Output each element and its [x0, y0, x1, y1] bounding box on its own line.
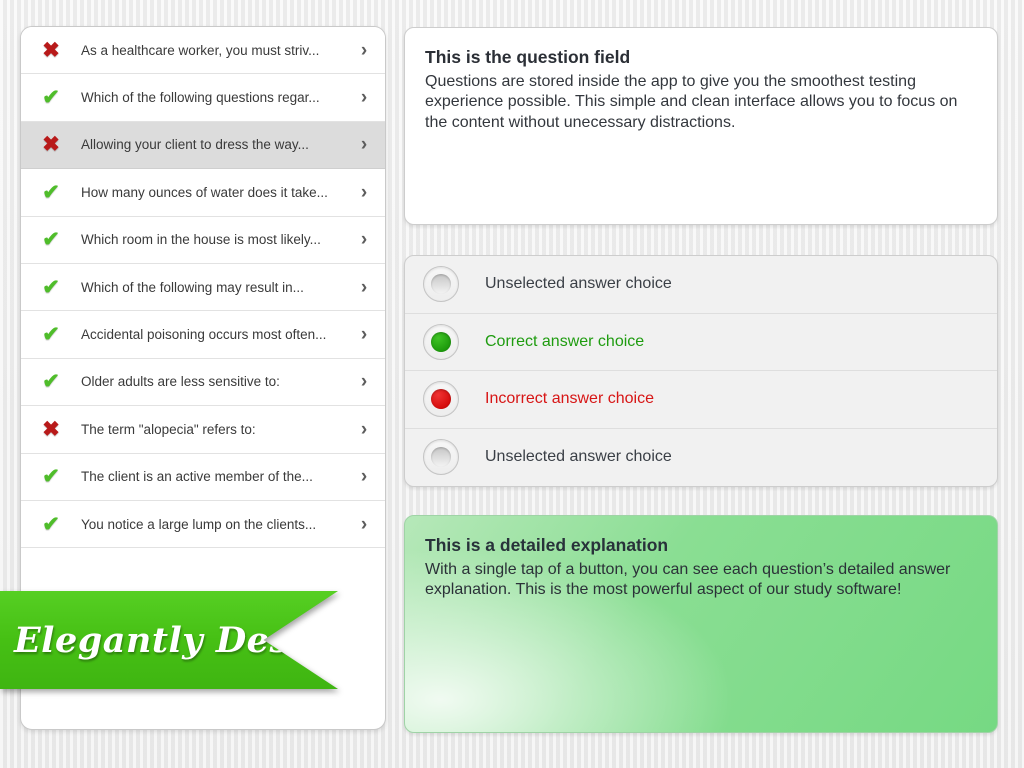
- answer-choice-list: Unselected answer choice Correct answer c…: [405, 256, 997, 486]
- cross-icon: ✖: [42, 417, 60, 441]
- question-list-row[interactable]: ✔ The client is an active member of the..…: [21, 453, 385, 501]
- question-list-row-text: The client is an active member of the...: [81, 469, 313, 485]
- answer-choice-label: Incorrect answer choice: [485, 390, 654, 408]
- check-icon: ✔: [42, 275, 60, 299]
- question-list-row-text: Which room in the house is most likely..…: [81, 232, 321, 248]
- chevron-right-icon[interactable]: ›: [343, 278, 385, 297]
- check-icon: ✔: [42, 370, 60, 394]
- question-field-title: This is the question field: [425, 47, 631, 67]
- chevron-right-icon[interactable]: ›: [343, 420, 385, 439]
- question-list-row[interactable]: ✔ How many ounces of water does it take..…: [21, 169, 385, 217]
- chevron-right-icon[interactable]: ›: [343, 88, 385, 107]
- answer-choice-label: Unselected answer choice: [485, 275, 672, 293]
- question-list-row[interactable]: ✔ Accidental poisoning occurs most often.…: [21, 311, 385, 359]
- cross-icon: ✖: [42, 133, 60, 157]
- check-icon: ✔: [42, 465, 60, 489]
- question-list-row[interactable]: ✔ You notice a large lump on the clients.…: [21, 500, 385, 549]
- explanation-body: With a single tap of a button, you can s…: [425, 560, 951, 599]
- explanation-title: This is a detailed explanation: [425, 535, 669, 555]
- answer-choices-panel: Unselected answer choice Correct answer c…: [404, 255, 998, 487]
- question-list-row-text: Older adults are less sensitive to:: [81, 374, 280, 390]
- question-field-body: Questions are stored inside the app to g…: [425, 72, 958, 132]
- chevron-right-icon[interactable]: ›: [343, 183, 385, 202]
- question-list-row-text: Which of the following may result in...: [81, 279, 304, 295]
- question-list-row-text: How many ounces of water does it take...: [81, 184, 328, 200]
- answer-choice-row[interactable]: Unselected answer choice: [405, 429, 997, 487]
- radio-button-fill: [431, 274, 451, 295]
- question-list: ✖ As a healthcare worker, you must striv.…: [21, 27, 385, 549]
- radio-button-incorrect[interactable]: [423, 381, 459, 418]
- question-list-row[interactable]: ✔ Older adults are less sensitive to: ›: [21, 358, 385, 407]
- answer-choice-row[interactable]: Correct answer choice: [405, 314, 997, 371]
- radio-button-fill: [431, 447, 451, 468]
- check-icon: ✔: [42, 323, 60, 347]
- question-list-row-text: Which of the following questions regar..…: [81, 90, 320, 106]
- answer-choice-row[interactable]: Incorrect answer choice: [405, 371, 997, 429]
- elegantly-designed-ribbon: Elegantly Designed: [0, 591, 338, 689]
- question-list-row-text: The term "alopecia" refers to:: [81, 421, 256, 437]
- question-list-row[interactable]: ✔ Which of the following questions regar.…: [21, 74, 385, 122]
- radio-button-fill: [431, 389, 451, 410]
- chevron-right-icon[interactable]: ›: [343, 515, 385, 534]
- radio-button-correct[interactable]: [423, 323, 459, 360]
- answer-choice-row[interactable]: Unselected answer choice: [405, 256, 997, 314]
- chevron-right-icon[interactable]: ›: [343, 41, 385, 60]
- radio-button-unselected[interactable]: [423, 439, 459, 476]
- answer-choice-label: Unselected answer choice: [485, 448, 672, 466]
- radio-button-unselected[interactable]: [423, 266, 459, 303]
- check-icon: ✔: [42, 228, 60, 252]
- chevron-right-icon[interactable]: ›: [343, 135, 385, 154]
- question-list-row-text: Accidental poisoning occurs most often..…: [81, 327, 327, 343]
- question-list-row-text: As a healthcare worker, you must striv..…: [81, 42, 320, 58]
- question-list-row[interactable]: ✖ Allowing your client to dress the way..…: [21, 121, 385, 170]
- chevron-right-icon[interactable]: ›: [343, 230, 385, 249]
- question-list-row[interactable]: ✖ The term "alopecia" refers to: ›: [21, 406, 385, 454]
- question-list-row[interactable]: ✖ As a healthcare worker, you must striv.…: [21, 27, 385, 75]
- question-list-row-text: Allowing your client to dress the way...: [81, 137, 309, 153]
- ribbon-shape: Elegantly Designed: [0, 591, 338, 689]
- answer-choice-label: Correct answer choice: [485, 332, 645, 350]
- question-list-row-text: You notice a large lump on the clients..…: [81, 516, 317, 532]
- check-icon: ✔: [42, 180, 60, 204]
- explanation-panel: This is a detailed explanation With a si…: [404, 515, 998, 733]
- question-list-row[interactable]: ✔ Which room in the house is most likely.…: [21, 216, 385, 264]
- question-list-row[interactable]: ✔ Which of the following may result in...…: [21, 263, 385, 312]
- cross-icon: ✖: [42, 38, 60, 62]
- question-field-panel: This is the question field Questions are…: [404, 27, 998, 225]
- chevron-right-icon[interactable]: ›: [343, 325, 385, 344]
- chevron-right-icon[interactable]: ›: [343, 372, 385, 391]
- radio-button-fill: [431, 331, 451, 352]
- chevron-right-icon[interactable]: ›: [343, 467, 385, 486]
- check-icon: ✔: [42, 86, 60, 110]
- check-icon: ✔: [42, 512, 60, 536]
